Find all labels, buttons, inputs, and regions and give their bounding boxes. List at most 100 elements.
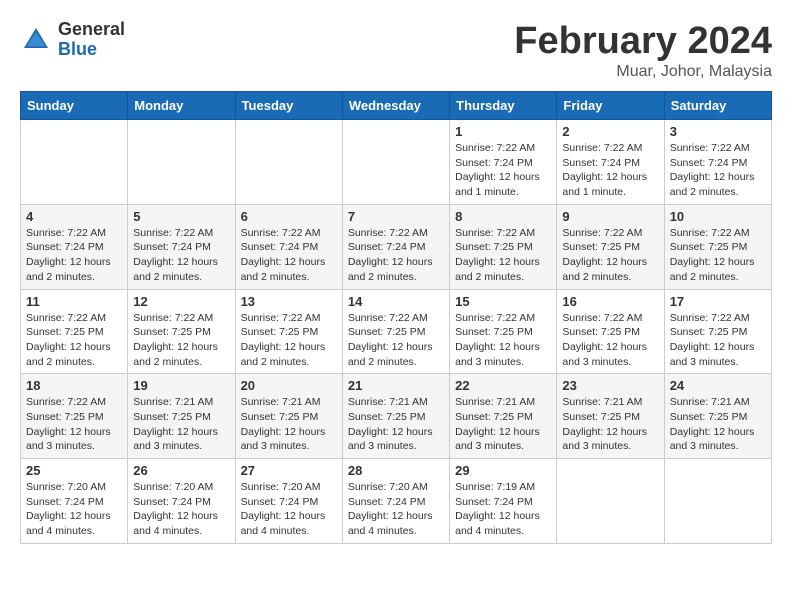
day-info: Sunrise: 7:22 AM Sunset: 7:24 PM Dayligh… [241,226,337,285]
day-number: 4 [26,209,122,224]
day-cell: 27Sunrise: 7:20 AM Sunset: 7:24 PM Dayli… [235,459,342,544]
day-info: Sunrise: 7:21 AM Sunset: 7:25 PM Dayligh… [562,395,658,454]
day-cell: 17 Sunrise: 7:22 AM Sunset: 7:25 PM Dayli… [664,289,771,374]
day-cell: 2 Sunrise: 7:22 AM Sunset: 7:24 PM Daylig… [557,120,664,205]
column-header-wednesday: Wednesday [342,92,449,120]
day-number: 8 [455,209,551,224]
logo-general: General [58,20,125,40]
day-number: 14 [348,294,444,309]
day-info: Sunrise: 7:22 AM Sunset: 7:25 PM Dayligh… [562,226,658,285]
column-header-saturday: Saturday [664,92,771,120]
title-section: February 2024 Muar, Johor, Malaysia [514,20,772,81]
day-number: 17 [670,294,766,309]
day-info: Sunrise: 7:22 AM Sunset: 7:25 PM Dayligh… [562,311,658,370]
day-cell: 13 Sunrise: 7:22 AM Sunset: 7:25 PM Dayli… [235,289,342,374]
column-header-sunday: Sunday [21,92,128,120]
day-info: Sunrise: 7:21 AM Sunset: 7:25 PM Dayligh… [348,395,444,454]
day-info: Sunrise: 7:21 AM Sunset: 7:25 PM Dayligh… [670,395,766,454]
day-cell: 20 Sunrise: 7:21 AM Sunset: 7:25 PM Dayli… [235,374,342,459]
day-cell [235,120,342,205]
day-number: 23 [562,378,658,393]
day-number: 7 [348,209,444,224]
day-number: 13 [241,294,337,309]
day-cell: 22Sunrise: 7:21 AM Sunset: 7:25 PM Dayli… [450,374,557,459]
day-cell: 1Sunrise: 7:22 AM Sunset: 7:24 PM Daylig… [450,120,557,205]
day-number: 24 [670,378,766,393]
day-cell: 8Sunrise: 7:22 AM Sunset: 7:25 PM Daylig… [450,204,557,289]
day-info: Sunrise: 7:22 AM Sunset: 7:25 PM Dayligh… [241,311,337,370]
day-number: 15 [455,294,551,309]
column-header-friday: Friday [557,92,664,120]
day-cell: 9 Sunrise: 7:22 AM Sunset: 7:25 PM Daylig… [557,204,664,289]
day-cell [21,120,128,205]
page-header: General Blue February 2024 Muar, Johor, … [20,20,772,81]
day-cell: 23 Sunrise: 7:21 AM Sunset: 7:25 PM Dayli… [557,374,664,459]
day-info: Sunrise: 7:21 AM Sunset: 7:25 PM Dayligh… [241,395,337,454]
day-number: 20 [241,378,337,393]
week-row-4: 18 Sunrise: 7:22 AM Sunset: 7:25 PM Dayli… [21,374,772,459]
day-number: 21 [348,378,444,393]
day-number: 10 [670,209,766,224]
month-title: February 2024 [514,20,772,63]
day-cell: 10 Sunrise: 7:22 AM Sunset: 7:25 PM Dayli… [664,204,771,289]
day-cell: 4 Sunrise: 7:22 AM Sunset: 7:24 PM Daylig… [21,204,128,289]
day-info: Sunrise: 7:22 AM Sunset: 7:25 PM Dayligh… [670,226,766,285]
day-info: Sunrise: 7:22 AM Sunset: 7:25 PM Dayligh… [348,311,444,370]
day-info: Sunrise: 7:20 AM Sunset: 7:24 PM Dayligh… [241,480,337,539]
day-info: Sunrise: 7:22 AM Sunset: 7:25 PM Dayligh… [26,311,122,370]
day-info: Sunrise: 7:21 AM Sunset: 7:25 PM Dayligh… [455,395,551,454]
week-row-5: 25 Sunrise: 7:20 AM Sunset: 7:24 PM Dayli… [21,459,772,544]
day-cell: 3Sunrise: 7:22 AM Sunset: 7:24 PM Daylig… [664,120,771,205]
day-number: 9 [562,209,658,224]
day-cell: 5Sunrise: 7:22 AM Sunset: 7:24 PM Daylig… [128,204,235,289]
day-number: 26 [133,463,229,478]
week-row-3: 11 Sunrise: 7:22 AM Sunset: 7:25 PM Dayli… [21,289,772,374]
week-row-2: 4 Sunrise: 7:22 AM Sunset: 7:24 PM Daylig… [21,204,772,289]
day-number: 1 [455,124,551,139]
day-number: 18 [26,378,122,393]
column-header-thursday: Thursday [450,92,557,120]
day-number: 3 [670,124,766,139]
day-cell: 6 Sunrise: 7:22 AM Sunset: 7:24 PM Daylig… [235,204,342,289]
logo: General Blue [20,20,125,60]
day-number: 12 [133,294,229,309]
day-info: Sunrise: 7:20 AM Sunset: 7:24 PM Dayligh… [348,480,444,539]
day-info: Sunrise: 7:21 AM Sunset: 7:25 PM Dayligh… [133,395,229,454]
day-cell: 12 Sunrise: 7:22 AM Sunset: 7:25 PM Dayli… [128,289,235,374]
day-info: Sunrise: 7:22 AM Sunset: 7:24 PM Dayligh… [562,141,658,200]
logo-text: General Blue [58,20,125,60]
column-header-monday: Monday [128,92,235,120]
day-info: Sunrise: 7:20 AM Sunset: 7:24 PM Dayligh… [26,480,122,539]
day-number: 5 [133,209,229,224]
day-cell: 15 Sunrise: 7:22 AM Sunset: 7:25 PM Dayli… [450,289,557,374]
day-info: Sunrise: 7:22 AM Sunset: 7:25 PM Dayligh… [26,395,122,454]
day-cell: 7Sunrise: 7:22 AM Sunset: 7:24 PM Daylig… [342,204,449,289]
day-number: 6 [241,209,337,224]
day-info: Sunrise: 7:20 AM Sunset: 7:24 PM Dayligh… [133,480,229,539]
calendar-header-row: SundayMondayTuesdayWednesdayThursdayFrid… [21,92,772,120]
day-number: 16 [562,294,658,309]
day-cell: 25 Sunrise: 7:20 AM Sunset: 7:24 PM Dayli… [21,459,128,544]
day-cell: 29Sunrise: 7:19 AM Sunset: 7:24 PM Dayli… [450,459,557,544]
day-info: Sunrise: 7:22 AM Sunset: 7:25 PM Dayligh… [670,311,766,370]
logo-icon [20,24,52,56]
column-header-tuesday: Tuesday [235,92,342,120]
day-number: 11 [26,294,122,309]
day-cell [128,120,235,205]
day-info: Sunrise: 7:22 AM Sunset: 7:25 PM Dayligh… [133,311,229,370]
day-cell [342,120,449,205]
day-info: Sunrise: 7:22 AM Sunset: 7:24 PM Dayligh… [26,226,122,285]
day-number: 28 [348,463,444,478]
day-cell: 26 Sunrise: 7:20 AM Sunset: 7:24 PM Dayli… [128,459,235,544]
day-number: 25 [26,463,122,478]
day-cell [664,459,771,544]
day-cell: 21 Sunrise: 7:21 AM Sunset: 7:25 PM Dayli… [342,374,449,459]
day-info: Sunrise: 7:22 AM Sunset: 7:25 PM Dayligh… [455,311,551,370]
day-number: 2 [562,124,658,139]
day-number: 29 [455,463,551,478]
logo-blue: Blue [58,40,125,60]
day-cell [557,459,664,544]
day-cell: 28 Sunrise: 7:20 AM Sunset: 7:24 PM Dayli… [342,459,449,544]
calendar-table: SundayMondayTuesdayWednesdayThursdayFrid… [20,91,772,544]
day-cell: 24 Sunrise: 7:21 AM Sunset: 7:25 PM Dayli… [664,374,771,459]
